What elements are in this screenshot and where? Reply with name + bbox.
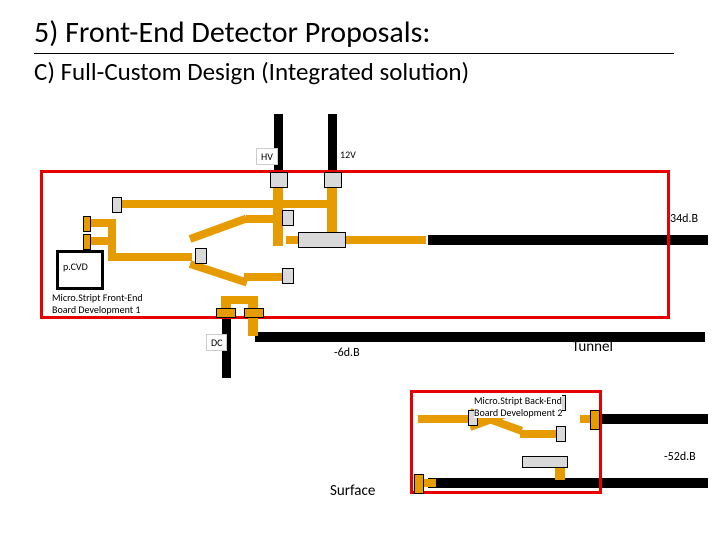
trace [118, 200, 334, 208]
v12-label: 12V [340, 148, 356, 161]
dc-label: DC [206, 334, 227, 351]
trace [244, 273, 284, 281]
connector [282, 268, 294, 284]
page-title: 5) Front-End Detector Proposals: [34, 14, 674, 54]
connector [244, 308, 264, 318]
trace [108, 253, 192, 261]
connector [298, 232, 346, 248]
att-52db-label: -52d.B [664, 450, 696, 464]
backend-board-label: Micro.Stript Back-End Board Development … [474, 395, 562, 418]
trace [418, 415, 473, 423]
connector [83, 234, 91, 250]
att-12db-label: -12d.B [664, 414, 696, 428]
pcvd-label: p.CVD [63, 260, 88, 273]
connector [414, 474, 424, 494]
frontend-board-label: Micro.Stript Front-End Board Development… [52, 292, 143, 315]
hv-label: HV [256, 148, 278, 165]
att-6db-label: -6d.B [334, 346, 360, 360]
connector [112, 197, 122, 213]
trace [231, 296, 258, 304]
connector [590, 410, 600, 430]
connector [195, 248, 207, 264]
gain-34db-label: 34d.B [670, 212, 698, 226]
trace [520, 430, 560, 438]
bus-tunnel [255, 332, 705, 342]
tunnel-label: Tunnel [572, 338, 613, 356]
page-subtitle: C) Full-Custom Design (Integrated soluti… [34, 56, 469, 87]
connector [522, 456, 568, 468]
connector [270, 172, 288, 188]
surface-label: Surface [330, 482, 375, 500]
connector [83, 216, 91, 232]
connector [324, 172, 342, 188]
connector [216, 308, 236, 318]
connector [282, 210, 294, 226]
connector [556, 426, 566, 442]
